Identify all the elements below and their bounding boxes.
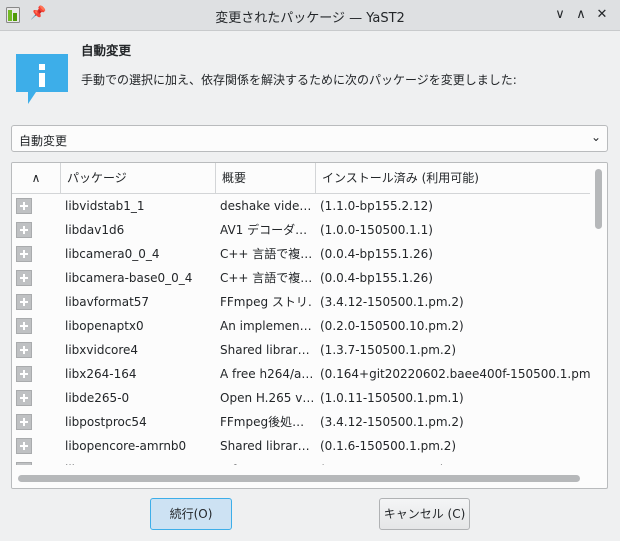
package-summary-cell: FFmpeg ストリ… (220, 295, 313, 309)
expand-plus-icon[interactable] (16, 438, 32, 454)
package-version-cell: (0.0.4-bp155.1.26) (320, 271, 433, 285)
package-version-cell: (1.3.7-150500.1.pm.2) (320, 343, 457, 357)
package-name-cell: libvidstab1_1 (65, 199, 145, 213)
table-row[interactable]: libpostproc54 FFmpeg後処… (3.4.12-150500.1.p… (12, 410, 590, 434)
table-row[interactable]: libde265-0 Open H.265 v… (1.0.11-150500.1.… (12, 386, 590, 410)
package-name-cell: libopenaptx0 (65, 319, 144, 333)
package-summary-cell: Shared librar… (220, 439, 310, 453)
package-name-cell: libopencore-amrnb0 (65, 439, 187, 453)
package-summary-cell: C++ 言語で複… (220, 271, 313, 285)
package-version-cell: (1.1.0-bp155.2.12) (320, 199, 433, 213)
expand-plus-icon[interactable] (16, 318, 32, 334)
window-title: 変更されたパッケージ — YaST2 (215, 11, 405, 26)
sort-ascending-icon[interactable]: ∧ (12, 163, 61, 193)
package-version-cell: (3.5-150500.3.pm.2) (320, 458, 590, 465)
close-button[interactable]: ✕ (592, 5, 612, 25)
chevron-down-icon: ⌄ (590, 130, 601, 144)
package-summary-cell: C++ 言語で複… (220, 247, 313, 261)
info-icon (16, 54, 68, 104)
expand-plus-icon[interactable] (16, 462, 32, 465)
package-name-cell: libcamera0_0_4 (65, 247, 160, 261)
table-row[interactable]: libx264-164 A free h264/a… (0.164+git20220… (12, 362, 590, 386)
table-row[interactable]: libcamera0_0_4 C++ 言語で複… (0.0.4-bp155.1.26… (12, 242, 590, 266)
package-summary-cell: Open H.265 v… (220, 391, 313, 405)
package-name-cell: libdav1d6 (65, 223, 125, 237)
expand-plus-icon[interactable] (16, 342, 32, 358)
package-name-cell: libx264-164 (65, 367, 137, 381)
minimize-button[interactable]: ∨ (550, 5, 570, 25)
package-summary-cell: FFmpeg後処… (220, 415, 305, 429)
expand-plus-icon[interactable] (16, 246, 32, 262)
package-summary-cell: AV1 デコーダ… (220, 223, 308, 237)
expand-plus-icon[interactable] (16, 366, 32, 382)
package-version-cell: (1.0.11-150500.1.pm.1) (320, 391, 464, 405)
maximize-button[interactable]: ∧ (571, 5, 591, 25)
package-version-cell: (0.2.0-150500.10.pm.2) (320, 319, 464, 333)
table-row[interactable]: libxvidcore4 Shared librar… (1.3.7-150500.… (12, 338, 590, 362)
message-title: 自動変更 (81, 43, 132, 58)
package-name-cell: libxvidcore4 (65, 343, 139, 357)
package-summary-cell: Shared librar… (220, 343, 310, 357)
package-summary-cell: deshake vide… (220, 199, 312, 213)
expand-plus-icon[interactable] (16, 222, 32, 238)
package-summary-cell: An implemen… (220, 319, 312, 333)
expand-plus-icon[interactable] (16, 270, 32, 286)
expand-plus-icon[interactable] (16, 198, 32, 214)
message-text: 手動での選択に加え、依存関係を解決するために次のパッケージを変更しました: (81, 73, 517, 87)
combo-value: 自動変更 (19, 134, 68, 148)
expand-plus-icon[interactable] (16, 294, 32, 310)
package-name-cell: libx265-199 (65, 458, 215, 465)
package-version-cell: (3.4.12-150500.1.pm.2) (320, 295, 464, 309)
column-header-package[interactable]: パッケージ (61, 163, 216, 193)
package-table: ∧ パッケージ 概要 インストール済み (利用可能) libvidstab1_1… (11, 162, 608, 489)
table-row[interactable]: libopenaptx0 An implemen… (0.2.0-150500.10… (12, 314, 590, 338)
continue-button[interactable]: 続行(O) (150, 498, 232, 530)
table-row[interactable]: libavformat57 FFmpeg ストリ… (3.4.12-150500.1… (12, 290, 590, 314)
change-type-combo[interactable]: 自動変更 ⌄ (11, 125, 608, 152)
package-name-cell: libavformat57 (65, 295, 150, 309)
vertical-scrollbar[interactable] (590, 163, 607, 467)
package-summary-cell: A free H265/… (220, 458, 313, 465)
package-version-cell: (0.164+git20220602.baee400f-150500.1.pm… (320, 367, 590, 381)
table-header: ∧ パッケージ 概要 インストール済み (利用可能) (12, 163, 590, 194)
table-body: libvidstab1_1 deshake vide… (1.1.0-bp155.2… (12, 194, 590, 465)
package-version-cell: (0.0.4-bp155.1.26) (320, 247, 433, 261)
table-row[interactable]: libvidstab1_1 deshake vide… (1.1.0-bp155.2… (12, 194, 590, 218)
package-name-cell: libpostproc54 (65, 415, 147, 429)
package-summary-cell: A free h264/a… (220, 367, 313, 381)
table-row[interactable]: libopencore-amrnb0 Shared librar… (0.1.6-1… (12, 434, 590, 458)
expand-plus-icon[interactable] (16, 414, 32, 430)
vertical-scroll-thumb[interactable] (595, 169, 602, 229)
expand-plus-icon[interactable] (16, 390, 32, 406)
title-bar: 📌 変更されたパッケージ — YaST2 ∨ ∧ ✕ (0, 0, 620, 31)
package-name-cell: libde265-0 (65, 391, 130, 405)
package-version-cell: (1.0.0-150500.1.1) (320, 223, 433, 237)
cancel-button[interactable]: キャンセル (C) (379, 498, 470, 530)
horizontal-scrollbar[interactable] (12, 467, 590, 488)
package-name-cell: libcamera-base0_0_4 (65, 271, 193, 285)
table-row[interactable]: libcamera-base0_0_4 C++ 言語で複… (0.0.4-bp155… (12, 266, 590, 290)
package-version-cell: (0.1.6-150500.1.pm.2) (320, 439, 457, 453)
horizontal-scroll-thumb[interactable] (18, 475, 580, 482)
package-version-cell: (3.4.12-150500.1.pm.2) (320, 415, 464, 429)
table-row[interactable]: libdav1d6 AV1 デコーダ… (1.0.0-150500.1.1) (12, 218, 590, 242)
column-header-version[interactable]: インストール済み (利用可能) (316, 163, 590, 193)
column-header-summary[interactable]: 概要 (216, 163, 316, 193)
table-row[interactable]: libx265-199 A free H265/… (3.5-150500.3.pm… (12, 458, 590, 465)
